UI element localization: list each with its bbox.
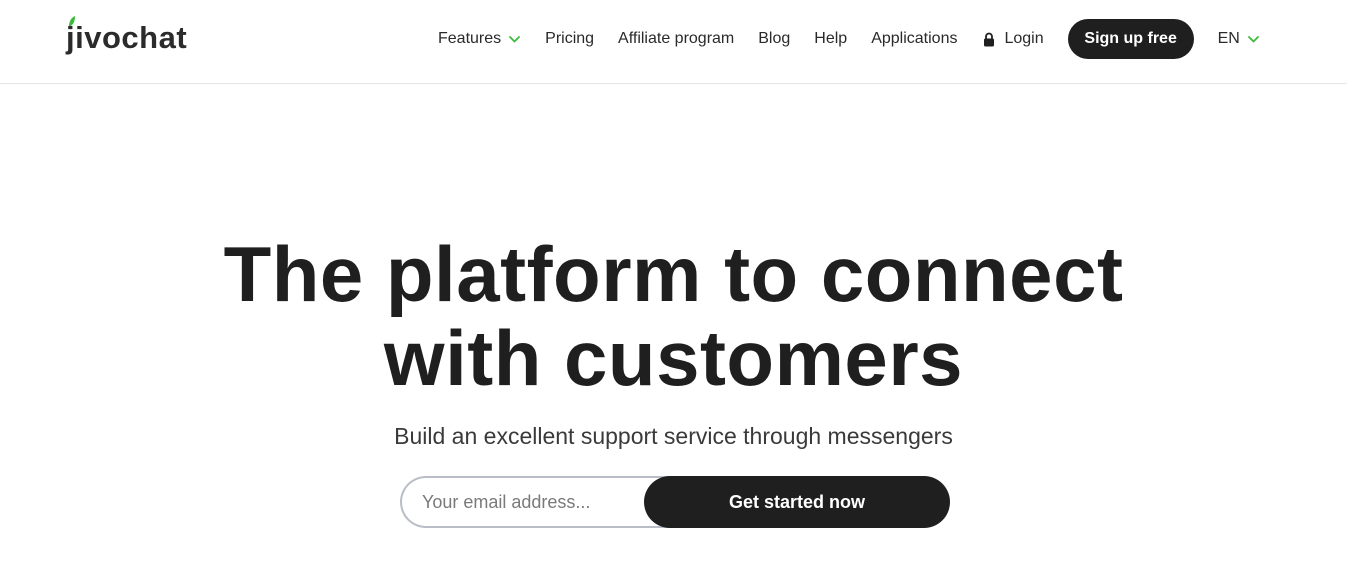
language-selector[interactable]: EN: [1218, 30, 1259, 48]
hero-title-line-1: The platform to connect: [223, 230, 1124, 318]
hero-subtitle: Build an excellent support service throu…: [394, 423, 953, 449]
nav-blog-link[interactable]: Blog: [758, 30, 790, 48]
email-signup-form: Get started now: [400, 476, 950, 528]
jivochat-logo[interactable]: jivochat: [66, 16, 187, 56]
login-label: Login: [1004, 30, 1044, 47]
language-label: EN: [1217, 30, 1240, 47]
nav-affiliate-link[interactable]: Affiliate program: [618, 30, 734, 48]
lock-icon: [983, 32, 995, 47]
nav-pricing-link[interactable]: Pricing: [545, 30, 594, 48]
nav-features-label: Features: [438, 30, 502, 47]
nav-applications-link[interactable]: Applications: [871, 30, 957, 48]
chevron-down-icon: [509, 35, 521, 43]
hero-title: The platform to connect with customers: [0, 232, 1347, 400]
hero-title-line-2: with customers: [383, 314, 964, 402]
logo-text: jivochat: [66, 20, 188, 55]
nav-features-dropdown[interactable]: Features: [438, 30, 521, 48]
site-header: jivochat Features Pricing Affiliate prog…: [0, 0, 1347, 84]
main-nav: Features Pricing Affiliate program Blog …: [438, 19, 1259, 59]
get-started-button[interactable]: Get started now: [644, 476, 950, 528]
nav-help-link[interactable]: Help: [814, 30, 847, 48]
chevron-down-icon: [1247, 35, 1259, 43]
login-link[interactable]: Login: [983, 30, 1044, 48]
sign-up-free-button[interactable]: Sign up free: [1067, 19, 1194, 59]
